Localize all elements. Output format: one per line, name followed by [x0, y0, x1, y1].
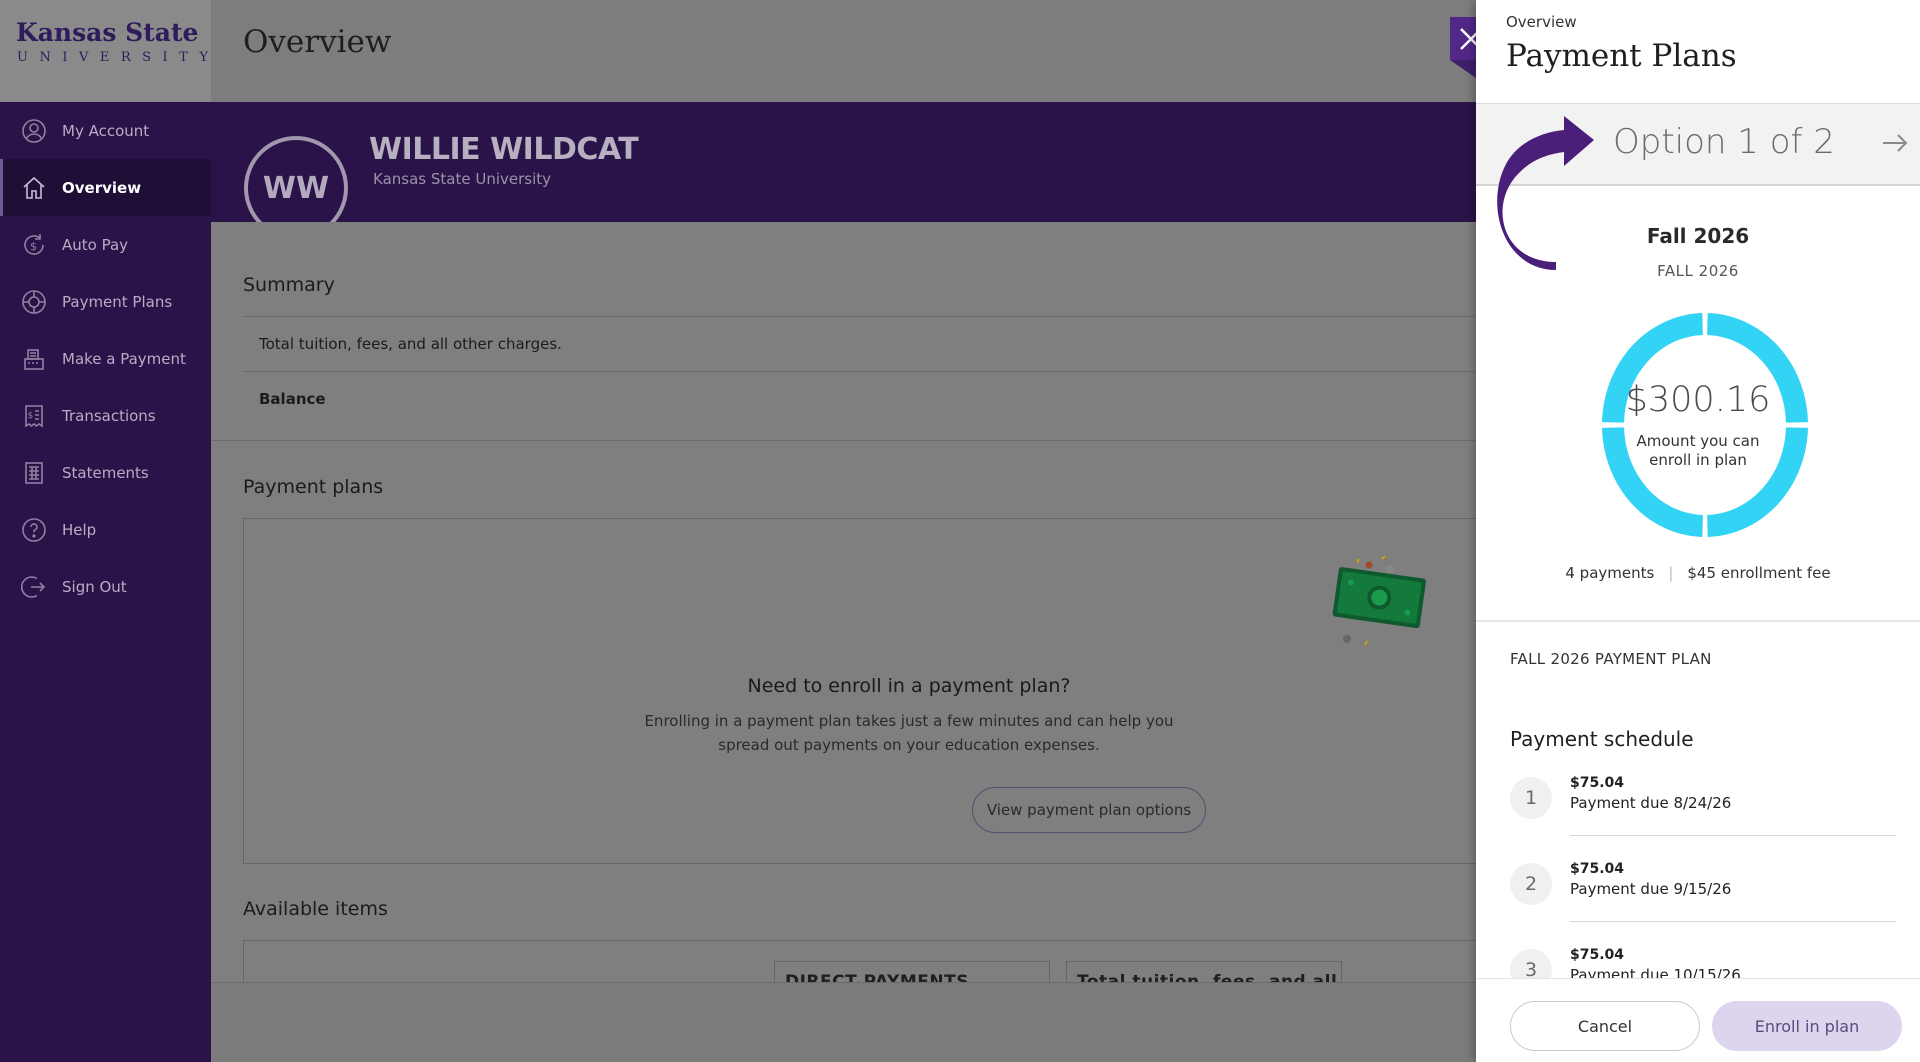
- caption-line: enroll in plan: [1649, 451, 1747, 469]
- statement-icon: [20, 459, 48, 487]
- summary-title: Summary: [243, 274, 335, 296]
- payment-plans-title: Payment plans: [243, 476, 384, 498]
- plan-name: FALL 2026 PAYMENT PLAN: [1510, 650, 1712, 668]
- enrollment-fee: $45 enrollment fee: [1687, 564, 1831, 582]
- enroll-description-line: spread out payments on your education ex…: [718, 736, 1100, 754]
- sidebar-item-sign-out[interactable]: Sign Out: [0, 558, 211, 615]
- sign-out-icon: [20, 573, 48, 601]
- university-logo[interactable]: Kansas State UNIVERSITY: [0, 0, 211, 102]
- drawer-divider: [1476, 620, 1920, 622]
- schedule-amount: $75.04: [1570, 861, 1625, 877]
- curved-arrow-icon: [1497, 116, 1594, 270]
- drawer-breadcrumb[interactable]: Overview: [1506, 13, 1577, 31]
- summary-row-label: Balance: [259, 390, 326, 408]
- enroll-heading: Need to enroll in a payment plan?: [747, 675, 1071, 697]
- enroll-description-line: Enrolling in a payment plan takes just a…: [644, 712, 1174, 730]
- payment-plans-icon: [20, 288, 48, 316]
- sidebar-nav: My Account Overview $ Auto Pay Payment P…: [0, 102, 211, 615]
- sidebar-item-label: Auto Pay: [62, 235, 129, 254]
- sidebar-item-label: Payment Plans: [62, 292, 173, 311]
- autopay-icon: $: [20, 231, 48, 259]
- schedule-item: 2 $75.04 Payment due 9/15/26: [1510, 861, 1900, 947]
- sidebar-item-my-account[interactable]: My Account: [0, 102, 211, 159]
- view-payment-plan-options-button[interactable]: View payment plan options: [972, 787, 1206, 833]
- enroll-amount-caption: Amount you can enroll in plan: [1476, 432, 1920, 470]
- receipt-icon: $: [20, 402, 48, 430]
- sidebar-item-payment-plans[interactable]: Payment Plans: [0, 273, 211, 330]
- summary-row-label: Total tuition, fees, and all other charg…: [259, 335, 562, 353]
- close-tab-fold: [1450, 60, 1476, 78]
- logo-wordmark: Kansas State: [16, 18, 199, 47]
- schedule-due-date: Payment due 9/15/26: [1570, 880, 1732, 898]
- enroll-amount: $300.16: [1625, 380, 1771, 420]
- sidebar-item-label: Statements: [62, 463, 149, 482]
- sidebar-item-make-a-payment[interactable]: Make a Payment: [0, 330, 211, 387]
- sidebar-item-auto-pay[interactable]: $ Auto Pay: [0, 216, 211, 273]
- arrow-right-icon: [1883, 134, 1908, 152]
- term-subtitle: FALL 2026: [1657, 262, 1739, 280]
- money-icon: [1332, 555, 1426, 646]
- schedule-divider: [1570, 921, 1896, 922]
- help-icon: [20, 516, 48, 544]
- page-title: Overview: [243, 24, 392, 60]
- sidebar-item-transactions[interactable]: $ Transactions: [0, 387, 211, 444]
- enroll-description: Enrolling in a payment plan takes just a…: [244, 709, 1574, 757]
- sidebar-item-label: Sign Out: [62, 577, 127, 596]
- profile-institution: Kansas State University: [373, 170, 552, 188]
- payments-count: 4 payments: [1565, 564, 1655, 582]
- stats-separator: |: [1668, 564, 1674, 582]
- sidebar-item-label: Transactions: [62, 406, 156, 425]
- sidebar-item-label: Make a Payment: [62, 349, 186, 368]
- plan-stats: 4 payments | $45 enrollment fee: [1476, 564, 1920, 582]
- logo-subtitle: UNIVERSITY: [17, 50, 220, 65]
- svg-text:$: $: [30, 240, 37, 253]
- sidebar-item-label: Overview: [62, 178, 142, 197]
- option-label: Option 1 of 2: [1613, 122, 1835, 162]
- term-title: Fall 2026: [1646, 224, 1750, 248]
- caption-line: Amount you can: [1636, 432, 1760, 450]
- cancel-button[interactable]: Cancel: [1510, 1001, 1700, 1051]
- sidebar-item-statements[interactable]: Statements: [0, 444, 211, 501]
- sidebar-item-label: My Account: [62, 121, 150, 140]
- drawer-footer: Cancel Enroll in plan: [1476, 978, 1920, 1062]
- schedule-divider: [1570, 835, 1896, 836]
- payment-plans-drawer: Overview Payment Plans Option 1 of 2 Fal…: [1476, 0, 1920, 1062]
- enroll-in-plan-button[interactable]: Enroll in plan: [1712, 1001, 1902, 1051]
- sidebar: Kansas State UNIVERSITY My Account Overv…: [0, 0, 211, 1062]
- schedule-amount: $75.04: [1570, 947, 1625, 963]
- profile-name: WILLIE WILDCAT: [369, 132, 639, 167]
- sidebar-item-label: Help: [62, 520, 97, 539]
- next-option-button[interactable]: [1880, 128, 1910, 166]
- schedule-item: 1 $75.04 Payment due 8/24/26: [1510, 775, 1900, 861]
- schedule-number: 2: [1510, 863, 1552, 905]
- home-icon: [20, 174, 48, 202]
- user-circle-icon: [20, 117, 48, 145]
- sidebar-item-help[interactable]: Help: [0, 501, 211, 558]
- enrollment-donut-chart: [1602, 313, 1808, 537]
- available-items-title: Available items: [243, 898, 388, 920]
- drawer-title: Payment Plans: [1506, 38, 1737, 74]
- schedule-amount: $75.04: [1570, 775, 1625, 791]
- schedule-number: 1: [1510, 777, 1552, 819]
- register-icon: [20, 345, 48, 373]
- sidebar-item-overview[interactable]: Overview: [0, 159, 211, 216]
- svg-text:$: $: [28, 411, 34, 421]
- payment-schedule-title: Payment schedule: [1510, 727, 1694, 751]
- schedule-due-date: Payment due 8/24/26: [1570, 794, 1732, 812]
